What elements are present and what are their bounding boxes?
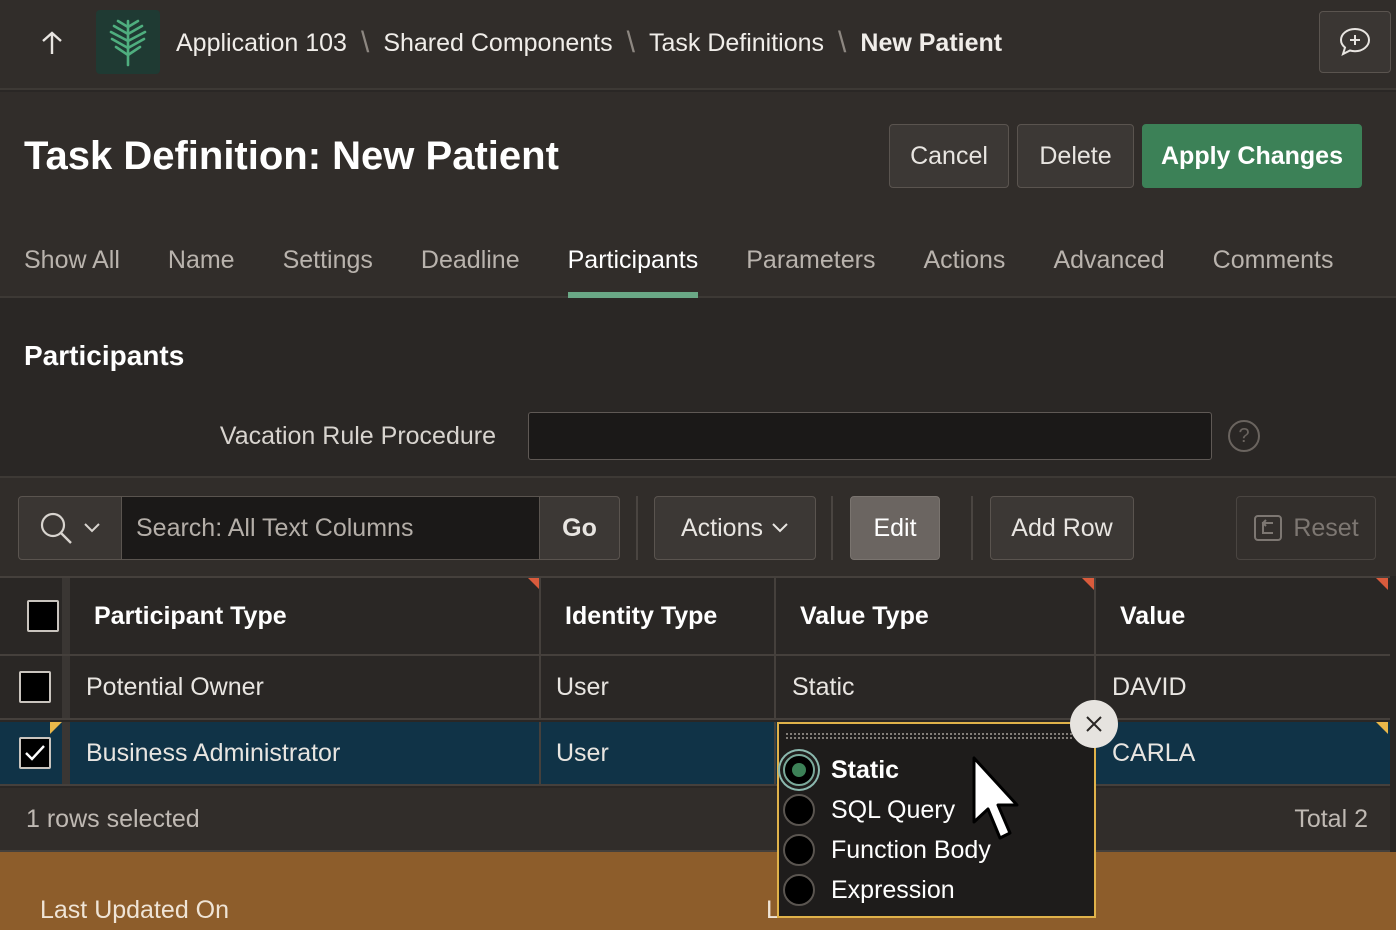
tab-actions[interactable]: Actions [899,242,1029,298]
breadcrumb-item-shared-components[interactable]: Shared Components [383,29,612,58]
help-icon[interactable]: ? [1228,420,1260,452]
tab-deadline[interactable]: Deadline [397,242,544,298]
drag-handle[interactable] [785,732,1073,740]
column-header-participant-type[interactable]: Participant Type [94,578,287,654]
option-label: SQL Query [831,795,956,824]
search-column-selector[interactable] [18,496,122,560]
actions-menu-button[interactable]: Actions [654,496,816,560]
cell-identity-type[interactable]: User [556,656,609,718]
reset-label: Reset [1293,513,1359,542]
option-static[interactable]: Static [783,752,899,788]
table-row-selected[interactable]: Business Administrator User CARLA [0,722,1390,786]
column-header-value-type[interactable]: Value Type [800,578,929,654]
table-row[interactable]: Potential Owner User Static DAVID [0,656,1390,720]
search-icon [40,512,72,544]
popup-close-button[interactable] [1070,700,1118,748]
chevron-down-icon [772,523,788,533]
tab-parameters[interactable]: Parameters [722,242,899,298]
actions-label: Actions [681,513,763,542]
option-sql-query[interactable]: SQL Query [783,792,955,828]
delete-button[interactable]: Delete [1017,124,1134,188]
last-updated-label: Last Updated On [40,896,230,924]
toolbar-divider [831,496,833,560]
breadcrumb: Application 103 \ Shared Components \ Ta… [176,26,1002,60]
apply-changes-button[interactable]: Apply Changes [1142,124,1362,188]
option-label: Expression [831,875,955,904]
row-checkbox[interactable] [19,671,51,703]
breadcrumb-separator: \ [838,26,847,59]
column-header-identity-type[interactable]: Identity Type [565,578,717,654]
changed-marker [50,722,62,734]
radio[interactable] [783,874,815,906]
tab-comments[interactable]: Comments [1189,242,1358,298]
cancel-button[interactable]: Cancel [889,124,1009,188]
radio[interactable] [783,834,815,866]
breadcrumb-current: New Patient [860,28,1003,57]
tab-bar: Show All Name Settings Deadline Particip… [0,242,1358,298]
tab-participants[interactable]: Participants [544,242,723,298]
tab-settings[interactable]: Settings [259,242,397,298]
option-expression[interactable]: Expression [783,872,955,908]
go-button[interactable]: Go [539,496,620,560]
tab-show-all[interactable]: Show All [0,242,144,298]
toolbar-divider [636,496,638,560]
region-title: Participants [24,340,185,371]
column-header-value[interactable]: Value [1120,578,1185,654]
radio-selected[interactable] [783,754,815,786]
navigate-up-button[interactable] [28,22,76,64]
participants-region: Participants Vacation Rule Procedure ? G… [0,300,1396,852]
grid-footer: 1 rows selected Total 2 [0,788,1390,852]
chat-plus-icon [1339,27,1371,56]
selection-count: 1 rows selected [26,804,200,833]
breadcrumb-separator: \ [360,26,370,59]
total-count: Total 2 [1294,804,1368,833]
row-checkbox-checked[interactable] [19,737,51,769]
cell-value[interactable]: CARLA [1112,722,1195,784]
cell-participant-type[interactable]: Potential Owner [86,656,264,718]
page-header: Task Definition: New Patient Cancel Dele… [0,92,1396,298]
tab-name[interactable]: Name [144,242,259,298]
tab-advanced[interactable]: Advanced [1029,242,1188,298]
grid-header-row: Participant Type Identity Type Value Typ… [0,576,1390,656]
cell-value-type[interactable]: Static [792,656,855,718]
cell-participant-type[interactable]: Business Administrator [86,722,340,784]
audit-region: Last Updated On L [0,852,1396,930]
reset-icon [1254,515,1283,541]
arrow-up-icon [42,31,62,54]
toolbar-divider [971,496,973,560]
vacation-rule-input[interactable] [528,412,1212,460]
breadcrumb-item-task-definitions[interactable]: Task Definitions [649,29,824,58]
feedback-button[interactable] [1319,11,1391,73]
value-type-popup[interactable]: Static SQL Query Function Body Expressio… [777,722,1096,918]
breadcrumb-item-application[interactable]: Application 103 [176,29,347,58]
radio[interactable] [783,794,815,826]
reset-button[interactable]: Reset [1236,496,1376,560]
mouse-cursor-icon [972,756,1019,840]
option-function-body[interactable]: Function Body [783,832,991,868]
checkmark-icon [25,745,45,761]
edit-button[interactable]: Edit [850,496,940,560]
changed-marker [1376,722,1388,734]
page-title: Task Definition: New Patient [24,134,559,178]
add-row-button[interactable]: Add Row [990,496,1134,560]
option-label: Function Body [831,835,991,864]
tree-icon [109,19,147,67]
close-icon [1086,716,1102,732]
breadcrumb-separator: \ [626,26,635,59]
vacation-rule-label: Vacation Rule Procedure [219,422,496,450]
top-bar: Application 103 \ Shared Components \ Ta… [0,0,1396,90]
select-all-checkbox[interactable] [27,600,59,632]
app-logo[interactable] [96,10,160,74]
participants-grid: Participant Type Identity Type Value Typ… [0,576,1396,852]
required-marker [1082,578,1094,590]
search-input[interactable] [121,496,540,560]
chevron-down-icon [84,523,100,533]
grid-toolbar: Go Actions Edit Add Row Reset [0,476,1396,576]
required-marker [1376,578,1388,590]
option-label: Static [831,755,900,784]
cell-identity-type[interactable]: User [556,722,609,784]
cell-value[interactable]: DAVID [1112,656,1187,718]
